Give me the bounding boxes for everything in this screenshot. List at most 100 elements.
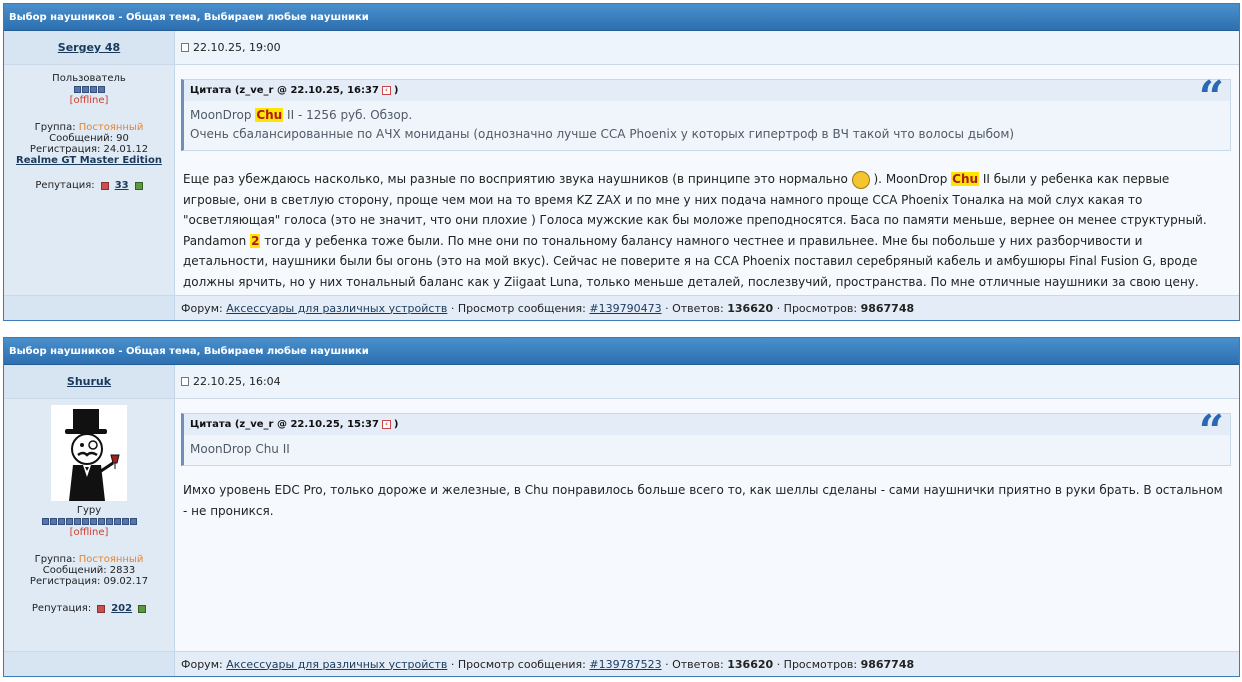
forum-link[interactable]: Аксессуары для различных устройств <box>226 302 447 315</box>
document-icon[interactable] <box>181 43 189 52</box>
post-topic-header[interactable]: Выбор наушников - Общая тема, Выбираем л… <box>4 338 1239 365</box>
reputation: Репутация: 33 <box>4 180 174 191</box>
post-content: Цитата (z_ve_r @ 22.10.25, 15:37 ‹ ) “ M… <box>175 399 1239 651</box>
post-content: Цитата (z_ve_r @ 22.10.25, 16:37 ‹ ) “ M… <box>175 65 1239 295</box>
star-icon <box>65 518 73 525</box>
star-icon <box>73 518 81 525</box>
quote-text: II - 1256 руб. Обзор. <box>283 108 413 122</box>
quote-author: Цитата (z_ve_r @ 22.10.25, 15:37 <box>190 419 379 430</box>
quote-author: Цитата (z_ve_r @ 22.10.25, 16:37 <box>190 85 379 96</box>
star-icon <box>121 518 129 525</box>
footer-spacer <box>4 652 175 676</box>
user-group: Группа: Постоянный <box>4 554 174 565</box>
post-date-cell: 22.10.25, 19:00 <box>175 31 1239 64</box>
smiley-icon <box>851 170 870 189</box>
reputation-label: Репутация: <box>35 180 95 191</box>
replies-label: · Ответов: <box>665 301 724 315</box>
quote-line: Очень сбалансированные по АЧХ мониданы (… <box>190 127 1015 141</box>
group-label: Группа: <box>34 554 76 565</box>
star-icon <box>129 518 137 525</box>
author-profile: Гуру [offline] Группа: Постоянный Сообще… <box>4 399 175 651</box>
quote-block: Цитата (z_ve_r @ 22.10.25, 15:37 ‹ ) “ M… <box>181 406 1231 466</box>
avatar-image <box>51 405 127 501</box>
search-highlight: Chu <box>255 108 284 122</box>
views-label: · Просмотров: <box>776 301 858 315</box>
minus-icon[interactable] <box>100 181 109 190</box>
user-role: Пользователь <box>52 73 126 84</box>
document-icon[interactable] <box>181 377 189 386</box>
avatar[interactable] <box>51 405 127 501</box>
star-icon <box>105 518 113 525</box>
reputation-label: Репутация: <box>31 603 92 614</box>
user-role: Гуру <box>76 505 102 516</box>
quote-text: MoonDrop <box>190 108 256 122</box>
star-icon <box>97 518 105 525</box>
message-link[interactable]: #139787523 <box>589 658 661 671</box>
star-icon <box>89 518 97 525</box>
quote-body: MoonDrop Chu II <box>184 435 1230 465</box>
group-value: Постоянный <box>78 554 144 565</box>
post-footer: Форум: Аксессуары для различных устройст… <box>4 295 1239 320</box>
reputation: Репутация: 202 <box>4 603 174 614</box>
star-icon <box>97 86 105 93</box>
rank-stars <box>4 518 174 525</box>
author-cell: Sergey 48 <box>4 31 175 64</box>
reputation-value[interactable]: 33 <box>115 180 129 191</box>
user-group: Группа: Постоянный <box>4 122 174 133</box>
post-footer: Форум: Аксессуары для различных устройст… <box>4 651 1239 676</box>
views-label: · Просмотров: <box>776 657 858 671</box>
plus-icon[interactable] <box>138 604 147 613</box>
views-count: 9867748 <box>860 657 915 671</box>
footer-spacer <box>4 296 175 320</box>
post-body: Еще раз убеждаюсь насколько, мы разные п… <box>181 151 1231 292</box>
group-label: Группа: <box>34 122 76 133</box>
post-footer-info: Форум: Аксессуары для различных устройст… <box>175 652 1239 676</box>
post-footer-info: Форум: Аксессуары для различных устройст… <box>175 296 1239 320</box>
reputation-value[interactable]: 202 <box>111 603 132 614</box>
forum-link[interactable]: Аксессуары для различных устройств <box>226 658 447 671</box>
back-arrow-icon[interactable]: ‹ <box>381 86 391 95</box>
group-value: Постоянный <box>78 122 144 133</box>
minus-icon[interactable] <box>97 604 106 613</box>
star-icon <box>113 518 121 525</box>
search-highlight: Chu <box>951 172 980 186</box>
quote-mark-icon: “ <box>1198 72 1224 123</box>
post-text: ). MoonDrop <box>869 172 952 186</box>
replies-label: · Ответов: <box>665 657 724 671</box>
star-icon <box>73 86 81 93</box>
post-text: Еще раз убеждаюсь насколько, мы разные п… <box>183 172 852 186</box>
device-link[interactable]: Realme GT Master Edition <box>4 155 174 166</box>
registration-date: Регистрация: 09.02.17 <box>29 576 149 587</box>
author-profile: Пользователь [offline] Группа: Постоянны… <box>4 65 175 295</box>
online-status: [offline] <box>69 95 109 106</box>
post-body: Имхо уровень EDC Pro, только дороже и же… <box>183 483 1223 518</box>
post-date: 22.10.25, 16:04 <box>193 375 281 388</box>
author-name-link[interactable]: Sergey 48 <box>58 41 120 54</box>
quote-title-close: ) <box>393 419 399 430</box>
star-icon <box>89 86 97 93</box>
quote-body: MoonDrop Chu II - 1256 руб. Обзор. Очень… <box>184 101 1230 150</box>
quote-line: MoonDrop Chu II - 1256 руб. Обзор. <box>190 106 1224 125</box>
forum-label: Форум: <box>181 657 223 671</box>
star-icon <box>57 518 65 525</box>
search-highlight: 2 <box>250 233 261 248</box>
post-topic-header[interactable]: Выбор наушников - Общая тема, Выбираем л… <box>4 4 1239 31</box>
replies-count: 136620 <box>727 657 774 671</box>
star-icon <box>49 518 57 525</box>
post-text: тогда у ребенка тоже были. По мне они по… <box>183 233 1199 289</box>
forum-label: Форум: <box>181 301 223 315</box>
forum-post: Выбор наушников - Общая тема, Выбираем л… <box>3 337 1240 677</box>
views-count: 9867748 <box>860 301 915 315</box>
quote-mark-icon: “ <box>1198 406 1224 457</box>
message-count: Сообщений: 90 <box>49 133 129 144</box>
plus-icon[interactable] <box>134 181 143 190</box>
back-arrow-icon[interactable]: ‹ <box>381 420 391 429</box>
quote-line: MoonDrop Chu II <box>190 442 290 456</box>
registration-date: Регистрация: 24.01.12 <box>29 144 149 155</box>
post-date: 22.10.25, 19:00 <box>193 41 281 54</box>
author-name-link[interactable]: Shuruk <box>67 375 111 388</box>
rank-stars <box>4 86 174 93</box>
quote-title: Цитата (z_ve_r @ 22.10.25, 16:37 ‹ ) <box>184 80 1230 101</box>
message-link[interactable]: #139790473 <box>589 302 661 315</box>
author-cell: Shuruk <box>4 365 175 398</box>
